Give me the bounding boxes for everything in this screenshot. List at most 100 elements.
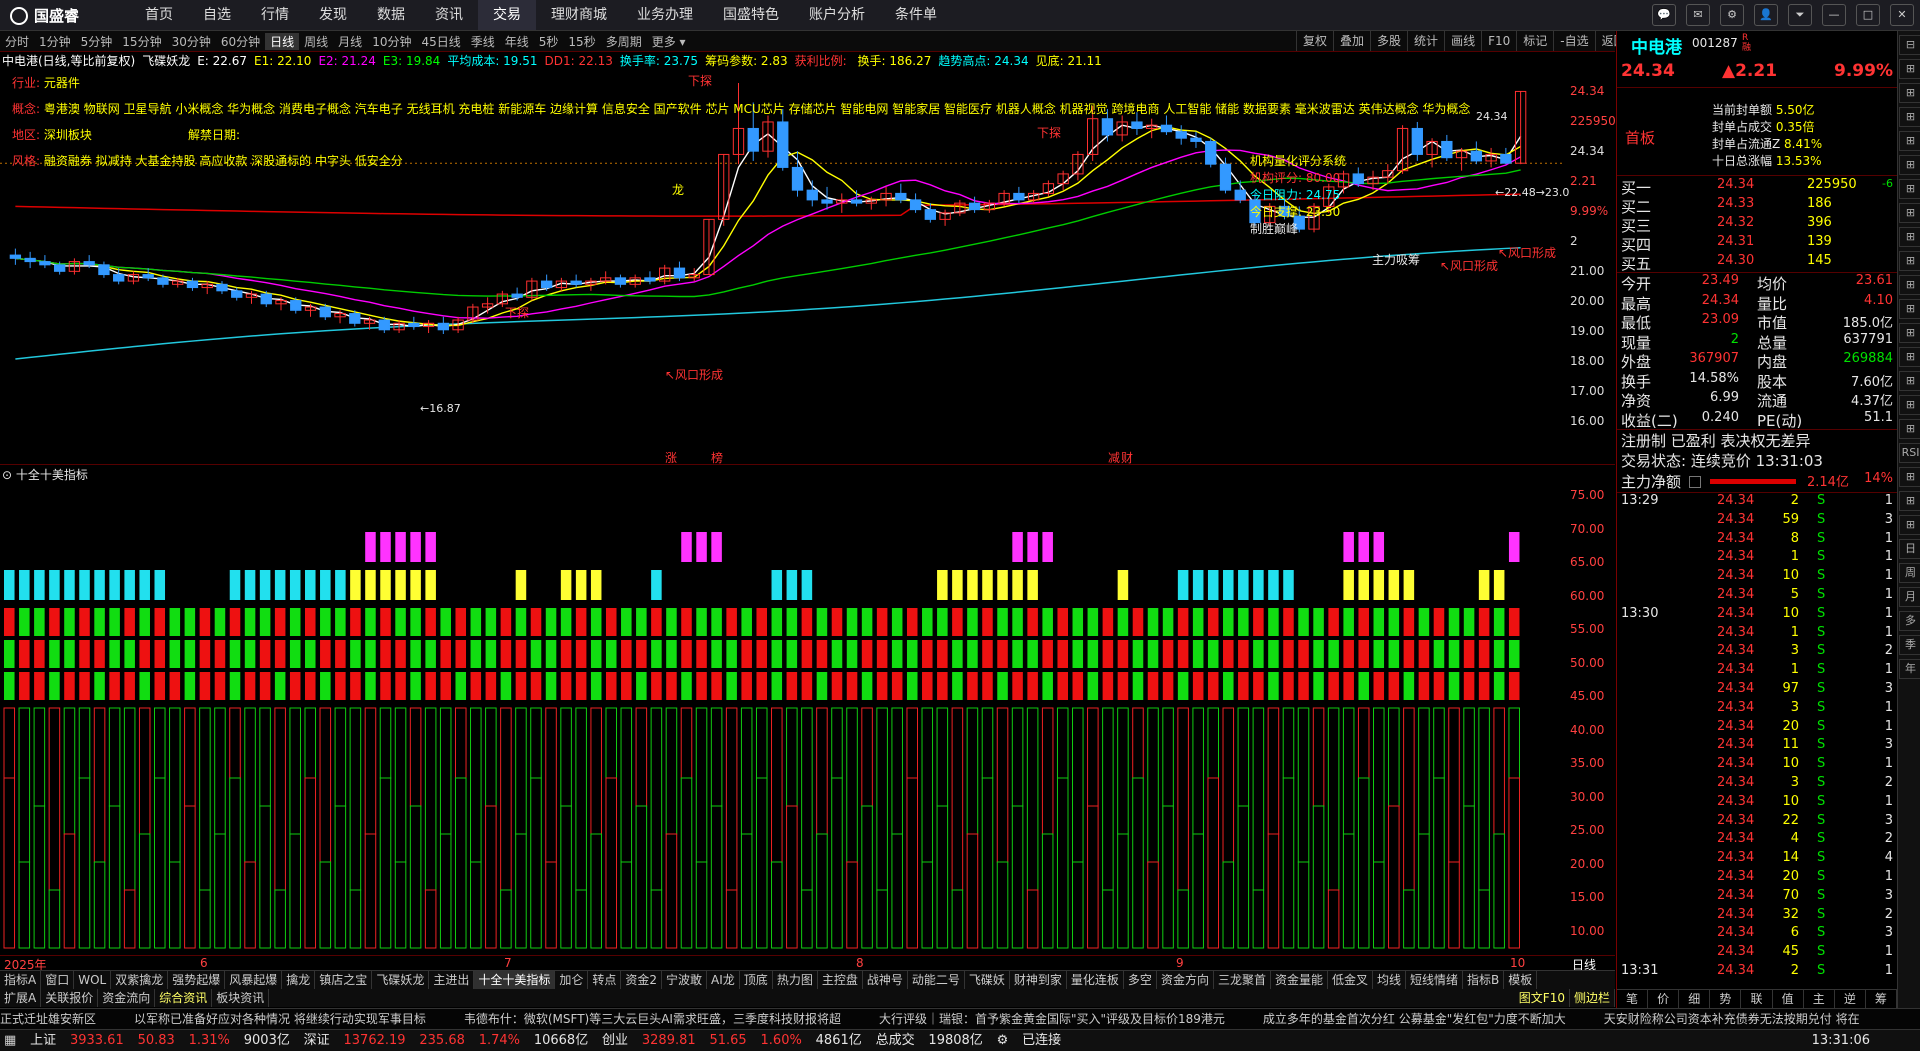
indicator-tab-1[interactable]: 窗口 [41,971,75,989]
news-item-4[interactable]: 成立多年的基金首次分红 公募基金"发红包"力度不断加大 [1263,1012,1566,1026]
side-tool-23[interactable]: 月 [1899,587,1920,607]
period-12[interactable]: 年线 [500,33,534,50]
indicator-tab-4[interactable]: 强势起爆 [168,971,226,989]
tick-list[interactable]: 13:29 24.34 2 S 1 24.34 59 S 3 24.34 8 S 1 24.34 1 S 1 24… [1617,493,1897,982]
menu-item-11[interactable]: 条件单 [880,0,952,30]
side-tool-26[interactable]: 年 [1899,659,1920,679]
side-tool-13[interactable]: ⊞ [1899,347,1920,367]
window-control-icon-7[interactable]: ✕ [1890,4,1914,26]
side-tool-17[interactable]: RSI [1899,443,1920,463]
sz-label[interactable]: 深证 [304,1033,330,1048]
indicator-tab-3[interactable]: 双紫擒龙 [111,971,169,989]
indicator-tab-23[interactable]: 量化连板 [1067,971,1124,989]
side-tool-9[interactable]: ⊞ [1899,251,1920,271]
period-2[interactable]: 5分钟 [76,33,118,50]
indicator-tab-26[interactable]: 三龙聚首 [1214,971,1271,989]
side-tool-21[interactable]: 日 [1899,539,1920,559]
menu-item-3[interactable]: 发现 [304,0,362,30]
news-item-3[interactable]: 大行评级｜瑞银：首予紫金黄金国际"买入"评级及目标价189港元 [879,1012,1225,1026]
indicator-tab-12[interactable]: 转点 [588,971,622,989]
indicator-tab-22[interactable]: 财神到家 [1010,971,1067,989]
window-control-icon-2[interactable]: ⚙ [1720,4,1744,26]
indicator-tab-15[interactable]: AI龙 [707,971,740,989]
sh-label[interactable]: 上证 [30,1033,56,1048]
chart-tool-3[interactable]: 统计 [1407,31,1444,51]
indicator-tab-9[interactable]: 主进出 [429,971,475,989]
indicator-tab-6[interactable]: 擒龙 [282,971,316,989]
period-4[interactable]: 30分钟 [167,33,216,50]
quote-tab-8[interactable]: 筹 [1866,990,1897,1008]
side-tool-0[interactable]: ⊟ [1899,35,1920,55]
period-9[interactable]: 10分钟 [367,33,416,50]
chart-tool-6[interactable]: 标记 [1516,31,1553,51]
bid-row[interactable]: 买三 24.32 396 [1617,215,1897,235]
period-3[interactable]: 15分钟 [117,33,166,50]
indicator-tab-24[interactable]: 多空 [1124,971,1157,989]
indicator-tab-20[interactable]: 动能二号 [908,971,965,989]
flow-checkbox[interactable] [1689,476,1701,488]
chart-tool-0[interactable]: 复权 [1296,31,1333,51]
indicator-tab-28[interactable]: 低金叉 [1328,971,1373,989]
bid-row[interactable]: 买五 24.30 145 [1617,253,1897,273]
indicator-tab-14[interactable]: 宁波敢 [662,971,708,989]
quote-tab-2[interactable]: 细 [1679,990,1711,1008]
menu-item-5[interactable]: 资讯 [420,0,478,30]
indicator-tab-11[interactable]: 加仑 [555,971,589,989]
indicator-tab-25[interactable]: 资金方向 [1157,971,1214,989]
quote-tab-1[interactable]: 价 [1648,990,1680,1008]
indicator-tab-27[interactable]: 资金量能 [1271,971,1328,989]
side-tab-small-0[interactable]: 图文F10 [1515,989,1570,1007]
menu-item-2[interactable]: 行情 [246,0,304,30]
side-tool-5[interactable]: ⊞ [1899,155,1920,175]
menu-item-6[interactable]: 交易 [478,0,536,30]
info-tab-2[interactable]: 资金流向 [98,989,156,1007]
side-tool-7[interactable]: ⊞ [1899,203,1920,223]
indicator-tab-19[interactable]: 战神号 [863,971,908,989]
period-1[interactable]: 1分钟 [34,33,76,50]
chart-tool-1[interactable]: 叠加 [1333,31,1370,51]
side-tool-8[interactable]: ⊞ [1899,227,1920,247]
info-tab-3[interactable]: 综合资讯 [155,989,213,1007]
side-tool-10[interactable]: ⊞ [1899,275,1920,295]
quote-tab-4[interactable]: 联 [1741,990,1773,1008]
period-0[interactable]: 分时 [0,33,34,50]
side-tab-small-1[interactable]: 侧边栏 [1570,989,1615,1007]
side-tool-18[interactable]: ⊞ [1899,467,1920,487]
side-tool-15[interactable]: ⊞ [1899,395,1920,415]
menu-item-4[interactable]: 数据 [362,0,420,30]
indicator-tab-30[interactable]: 短线情绪 [1406,971,1464,989]
period-16[interactable]: 更多 ▾ [647,33,691,50]
indicator-tab-18[interactable]: 主控盘 [818,971,863,989]
chart-tool-2[interactable]: 多股 [1370,31,1407,51]
window-control-icon-0[interactable]: 💬 [1652,4,1676,26]
menu-item-8[interactable]: 业务办理 [622,0,708,30]
bid-row[interactable]: 买四 24.31 139 [1617,234,1897,254]
indicator-tab-29[interactable]: 均线 [1373,971,1407,989]
period-13[interactable]: 5秒 [534,33,564,50]
indicator-tab-16[interactable]: 顶底 [740,971,773,989]
quote-tab-5[interactable]: 值 [1773,990,1804,1008]
menu-item-0[interactable]: 首页 [130,0,188,30]
period-11[interactable]: 季线 [466,33,500,50]
bid-row[interactable]: 买一 24.34 225950 -6 [1617,177,1897,197]
indicator-tab-21[interactable]: 飞碟妖 [965,971,1010,989]
side-tool-22[interactable]: 周 [1899,563,1920,583]
window-control-icon-6[interactable]: □ [1856,4,1880,26]
indicator-tab-7[interactable]: 镇店之宝 [315,971,373,989]
indicator-tab-32[interactable]: 模板 [1504,971,1538,989]
window-control-icon-1[interactable]: ✉ [1686,4,1710,26]
app-logo[interactable]: 国盛睿 [10,5,79,26]
window-control-icon-5[interactable]: — [1822,4,1846,26]
side-tool-24[interactable]: 多 [1899,611,1920,631]
news-item-1[interactable]: 以军称已准备好应对各种情况 将继续行动实现军事目标 [134,1012,426,1026]
period-5[interactable]: 60分钟 [216,33,265,50]
side-tool-19[interactable]: ⊞ [1899,491,1920,511]
news-item-0[interactable]: 正式迁址雄安新区 [0,1012,96,1026]
window-control-icon-4[interactable]: ⏷ [1788,4,1812,26]
menu-item-7[interactable]: 理财商城 [536,0,622,30]
indicator-tab-17[interactable]: 热力图 [773,971,818,989]
indicator-tab-0[interactable]: 指标A [0,971,42,989]
chart-tool-5[interactable]: F10 [1481,31,1516,51]
indicator-tab-2[interactable]: WOL [74,971,112,989]
period-8[interactable]: 月线 [333,33,367,50]
